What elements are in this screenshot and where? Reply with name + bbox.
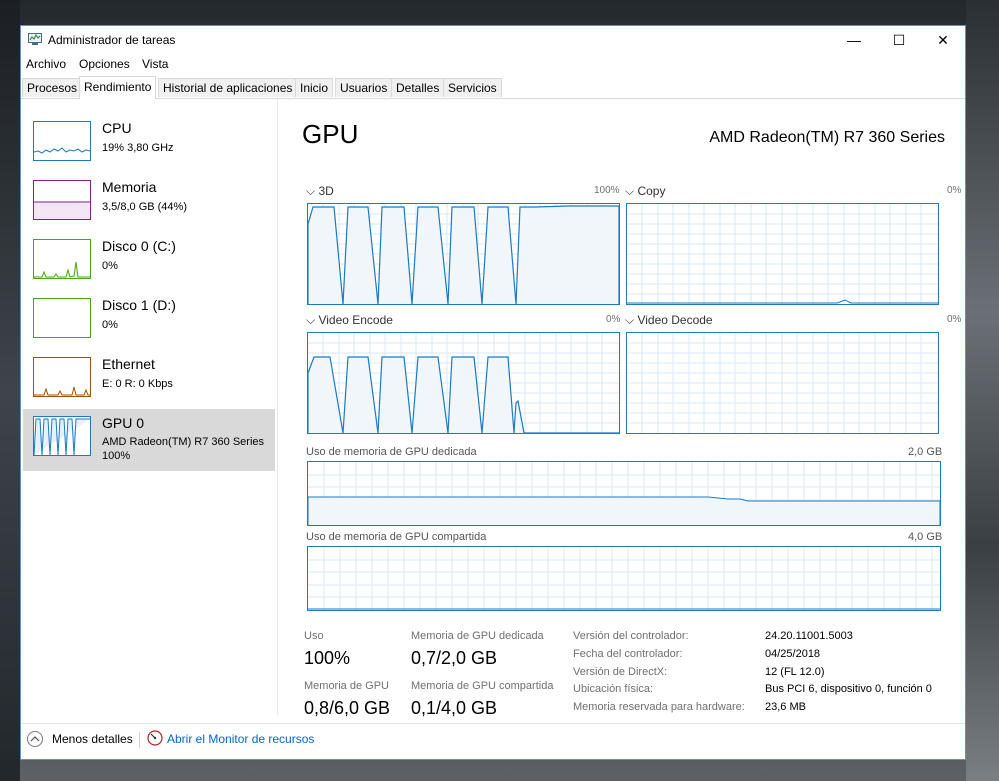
sidebar-ethernet-name: Ethernet — [102, 356, 155, 372]
driver-version-label: Versión del controlador: — [573, 630, 689, 642]
shared-memory-graph — [307, 546, 941, 611]
task-manager-window: Administrador de tareas — ☐ ✕ Archivo Op… — [20, 25, 966, 760]
menu-archivo[interactable]: Archivo — [26, 57, 66, 71]
dedicated-memory-label: Uso de memoria de GPU dedicada — [306, 446, 477, 458]
sidebar-item-cpu[interactable]: CPU 19% 3,80 GHz — [23, 114, 275, 172]
minimize-button[interactable]: — — [831, 26, 877, 54]
sidebar-disco0-name: Disco 0 (C:) — [102, 238, 176, 254]
engine-3d-label[interactable]: ⌵ 3D — [306, 184, 334, 199]
hardware-reserved-value: 23,6 MB — [765, 701, 806, 713]
sidebar-memoria-detail: 3,5/8,0 GB (44%) — [102, 201, 187, 213]
memory-thumbnail-graph — [33, 180, 91, 220]
chevron-up-icon[interactable] — [27, 731, 43, 747]
sidebar-gpu-usage: 100% — [102, 450, 131, 462]
directx-version-label: Versión de DirectX: — [573, 666, 668, 678]
driver-date-label: Fecha del controlador: — [573, 648, 683, 660]
driver-date-value: 04/25/2018 — [765, 648, 821, 660]
gpu-model-name: AMD Radeon(TM) R7 360 Series — [709, 129, 945, 146]
tab-bar: Procesos Rendimiento Historial de aplica… — [21, 76, 965, 99]
engine-video-encode-graph — [307, 332, 620, 434]
sidebar-gpu-name: GPU 0 — [102, 415, 145, 431]
open-resource-monitor-link[interactable]: Abrir el Monitor de recursos — [167, 732, 314, 746]
minimize-icon: — — [847, 32, 861, 48]
physical-location-label: Ubicación física: — [573, 683, 654, 695]
engine-copy-label[interactable]: ⌵ Copy — [625, 184, 665, 199]
footer-bar: Menos detalles Abrir el Monitor de recur… — [21, 723, 965, 759]
sidebar-item-memoria[interactable]: Memoria 3,5/8,0 GB (44%) — [23, 173, 275, 231]
dedicated-stat-label: Memoria de GPU dedicada — [411, 630, 544, 642]
fewer-details-link[interactable]: Menos detalles — [52, 732, 133, 746]
window-title: Administrador de tareas — [48, 33, 176, 47]
sidebar-gpu-model: AMD Radeon(TM) R7 360 Series — [102, 436, 265, 448]
gpu-thumbnail-graph — [33, 416, 91, 456]
maximize-button[interactable]: ☐ — [876, 26, 922, 54]
maximize-icon: ☐ — [892, 32, 906, 48]
gpu-detail-panel: GPU AMD Radeon(TM) R7 360 Series ⌵ 3D 10… — [278, 99, 965, 718]
sidebar-item-gpu-0[interactable]: GPU 0 AMD Radeon(TM) R7 360 Series 100% — [23, 409, 275, 471]
engine-3d-percent: 100% — [594, 185, 620, 196]
desktop-background-left — [0, 0, 20, 781]
tab-inicio[interactable]: Inicio — [295, 78, 334, 97]
sidebar-item-disco-1[interactable]: Disco 1 (D:) 0% — [23, 291, 275, 349]
resource-monitor-icon[interactable] — [147, 730, 163, 746]
engine-video-encode-percent: 0% — [606, 314, 621, 325]
sidebar-disco1-name: Disco 1 (D:) — [102, 297, 176, 313]
close-icon: ✕ — [937, 32, 949, 48]
sidebar-ethernet-detail: E: 0 R: 0 Kbps — [102, 378, 173, 390]
resource-sidebar: CPU 19% 3,80 GHz Memoria 3,5/8,0 GB (44%… — [21, 99, 278, 715]
shared-memory-max: 4,0 GB — [908, 531, 943, 543]
shared-stat-label: Memoria de GPU compartida — [411, 680, 554, 692]
menu-vista[interactable]: Vista — [142, 57, 168, 71]
driver-version-value: 24.20.11001.5003 — [765, 630, 853, 642]
tab-historial[interactable]: Historial de aplicaciones — [158, 78, 298, 97]
tab-procesos[interactable]: Procesos — [22, 78, 83, 97]
engine-copy-percent: 0% — [947, 185, 962, 196]
menu-bar: Archivo Opciones Vista — [21, 54, 965, 74]
title-bar[interactable]: Administrador de tareas — ☐ ✕ — [21, 26, 965, 54]
sidebar-disco1-detail: 0% — [102, 319, 118, 331]
engine-video-decode-graph — [626, 332, 939, 434]
physical-location-value: Bus PCI 6, dispositivo 0, función 0 — [765, 683, 932, 695]
cpu-thumbnail-graph — [33, 121, 91, 161]
tab-usuarios[interactable]: Usuarios — [335, 78, 393, 97]
engine-video-decode-label[interactable]: ⌵ Video Decode — [625, 313, 713, 328]
disk0-thumbnail-graph — [33, 239, 91, 279]
sidebar-item-ethernet[interactable]: Ethernet E: 0 R: 0 Kbps — [23, 350, 275, 408]
tab-detalles[interactable]: Detalles — [391, 78, 445, 97]
shared-memory-label: Uso de memoria de GPU compartida — [306, 531, 487, 543]
footer-separator — [139, 732, 140, 748]
gpu-heading: GPU — [302, 119, 359, 149]
sidebar-item-disco-0[interactable]: Disco 0 (C:) 0% — [23, 232, 275, 290]
sidebar-memoria-name: Memoria — [102, 179, 157, 195]
task-manager-icon — [28, 33, 42, 45]
usage-label: Uso — [304, 630, 324, 642]
disk1-thumbnail-graph — [33, 298, 91, 338]
engine-3d-graph — [307, 203, 620, 305]
menu-opciones[interactable]: Opciones — [79, 57, 130, 71]
dedicated-stat-value: 0,7/2,0 GB — [411, 648, 498, 668]
shared-stat-value: 0,1/4,0 GB — [411, 698, 498, 718]
tab-servicios[interactable]: Servicios — [443, 78, 502, 97]
tab-rendimiento[interactable]: Rendimiento — [79, 76, 157, 99]
dedicated-memory-graph — [307, 461, 941, 526]
directx-version-value: 12 (FL 12.0) — [765, 666, 825, 678]
dedicated-memory-max: 2,0 GB — [908, 446, 943, 458]
desktop-background-right — [966, 0, 999, 781]
close-button[interactable]: ✕ — [920, 26, 965, 54]
ethernet-thumbnail-graph — [33, 357, 91, 397]
sidebar-cpu-detail: 19% 3,80 GHz — [102, 142, 174, 154]
sidebar-disco0-detail: 0% — [102, 260, 118, 272]
usage-value: 100% — [304, 648, 351, 668]
engine-video-encode-label[interactable]: ⌵ Video Encode — [306, 313, 393, 328]
sidebar-cpu-name: CPU — [102, 120, 132, 136]
engine-video-decode-percent: 0% — [947, 314, 962, 325]
hardware-reserved-label: Memoria reservada para hardware: — [573, 701, 745, 713]
gpu-memory-value: 0,8/6,0 GB — [304, 698, 391, 718]
gpu-memory-label: Memoria de GPU — [304, 680, 389, 692]
engine-copy-graph — [626, 203, 939, 305]
